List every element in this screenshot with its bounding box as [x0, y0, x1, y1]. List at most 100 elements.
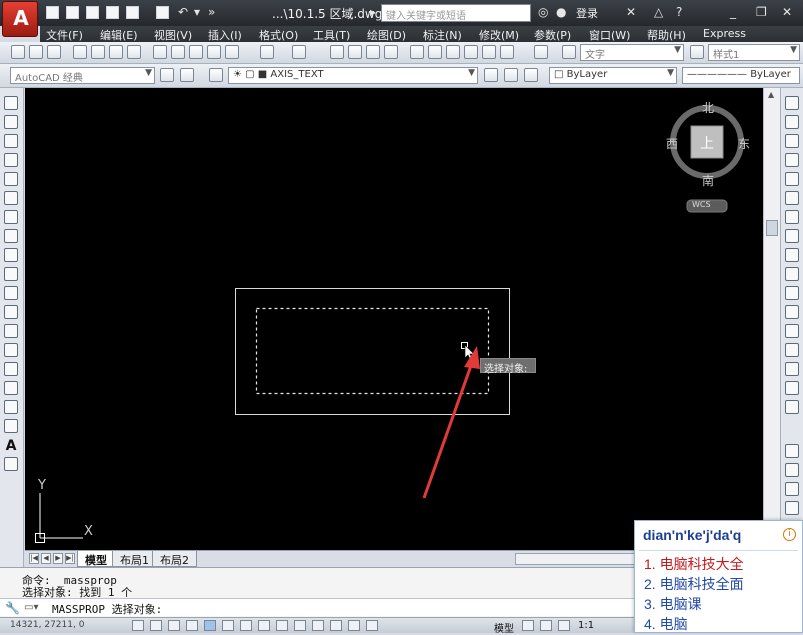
snap-mode-icon[interactable] — [132, 620, 144, 631]
workspace-save-icon[interactable] — [180, 68, 194, 82]
sheet-set-icon[interactable] — [464, 45, 478, 59]
lineweight-icon[interactable] — [294, 620, 306, 631]
annotation-scale-label[interactable]: 1:1 — [578, 620, 594, 631]
expand-icon[interactable]: ▸ — [370, 5, 376, 19]
plot-icon[interactable] — [73, 45, 87, 59]
draw-order-icon[interactable] — [785, 444, 799, 458]
dim-style-icon[interactable] — [690, 45, 704, 59]
menu-help[interactable]: 帮助(H) — [647, 27, 686, 43]
horizontal-scrollbar[interactable] — [515, 553, 635, 565]
design-center-icon[interactable] — [428, 45, 442, 59]
autodesk-icon[interactable]: △ — [654, 5, 663, 19]
ellipse-icon[interactable] — [4, 267, 18, 281]
break-icon[interactable] — [785, 324, 799, 338]
annotation-monitor-icon[interactable] — [366, 620, 378, 631]
draw-order-back-icon[interactable] — [785, 482, 799, 496]
layer-manager-icon[interactable] — [209, 68, 223, 82]
revision-cloud-icon[interactable] — [4, 229, 18, 243]
menu-edit[interactable]: 编辑(E) — [100, 27, 138, 43]
ime-candidate[interactable]: 3. 电脑课 — [644, 594, 702, 614]
wrench-icon[interactable]: 🔧 — [5, 601, 20, 615]
next-tab-icon[interactable]: ▶ — [53, 553, 63, 564]
tab-model[interactable]: 模型 — [77, 551, 115, 567]
fillet-icon[interactable] — [785, 381, 799, 395]
print-icon[interactable] — [156, 6, 169, 19]
vertical-scrollbar[interactable]: ▲ — [763, 88, 780, 550]
erase-icon[interactable] — [785, 96, 799, 110]
insert-block-icon[interactable] — [4, 305, 18, 319]
markup-icon[interactable] — [482, 45, 496, 59]
close-icon[interactable]: ✕ — [782, 5, 792, 19]
menu-express[interactable]: Express — [703, 27, 746, 40]
workspace-combo[interactable]: AutoCAD 经典 ▼ — [10, 67, 155, 84]
user-icon[interactable]: ● — [556, 5, 566, 19]
arc-icon[interactable] — [4, 191, 18, 205]
make-current-layer-icon[interactable] — [484, 68, 498, 82]
help-toolbar-icon[interactable] — [534, 45, 548, 59]
offset-icon[interactable] — [785, 153, 799, 167]
annotation-scale-icon[interactable] — [558, 620, 570, 631]
transparency-icon[interactable] — [312, 620, 324, 631]
login-link[interactable]: 登录 — [576, 5, 598, 21]
drawing-canvas[interactable]: 北 南 东 西 上 WCS 选择对象: Y X — [25, 88, 763, 550]
text-style-combo[interactable]: 文字 ▼ — [580, 44, 684, 61]
copy-object-icon[interactable] — [785, 115, 799, 129]
binoculars-icon[interactable]: ◎ — [538, 5, 548, 19]
dynamic-input-icon[interactable] — [276, 620, 288, 631]
zoom-window-icon[interactable] — [366, 45, 380, 59]
scale-icon[interactable] — [785, 229, 799, 243]
layer-states-icon[interactable] — [524, 68, 538, 82]
more-icon[interactable]: » — [208, 5, 215, 19]
linetype-combo[interactable]: —————— ByLayer — [682, 67, 800, 84]
3d-dwf-icon[interactable] — [127, 45, 141, 59]
quickcalc-icon[interactable] — [500, 45, 514, 59]
menu-parametric[interactable]: 参数(P) — [534, 27, 571, 43]
layer-combo[interactable]: ☀ ▢ ■ AXIS_TEXT ▼ — [228, 67, 478, 84]
qnew-icon[interactable] — [11, 45, 25, 59]
workspace-settings-icon[interactable] — [160, 68, 174, 82]
open-icon[interactable] — [29, 45, 43, 59]
last-tab-icon[interactable]: ▶| — [65, 553, 75, 564]
cut-icon[interactable] — [153, 45, 167, 59]
object-snap-tracking-icon[interactable] — [240, 620, 252, 631]
command-history-icon[interactable]: ▭▾ — [24, 602, 38, 613]
rotate-icon[interactable] — [785, 210, 799, 224]
scrollbar-thumb[interactable] — [766, 220, 778, 236]
coordinates-readout[interactable]: 14321, 27211, 0 — [10, 620, 84, 630]
save-file-icon[interactable] — [47, 45, 61, 59]
redo-toolbar-icon[interactable] — [292, 45, 306, 59]
object-snap-icon[interactable] — [204, 620, 216, 631]
circle-icon[interactable] — [4, 210, 18, 224]
add-selected-icon[interactable] — [4, 457, 18, 471]
move-icon[interactable] — [785, 191, 799, 205]
3d-osnap-icon[interactable] — [222, 620, 234, 631]
publish-icon[interactable] — [126, 6, 139, 19]
text-front-icon[interactable] — [785, 501, 799, 515]
tool-palettes-icon[interactable] — [446, 45, 460, 59]
menu-modify[interactable]: 修改(M) — [479, 27, 519, 43]
polar-tracking-icon[interactable] — [186, 620, 198, 631]
menu-tools[interactable]: 工具(T) — [313, 27, 350, 43]
line-icon[interactable] — [4, 96, 18, 110]
exchange-icon[interactable]: ✕ — [626, 5, 636, 19]
rectangle-icon[interactable] — [4, 172, 18, 186]
save-as-icon[interactable] — [106, 6, 119, 19]
selection-cycling-icon[interactable] — [348, 620, 360, 631]
dim-style-combo[interactable]: 样式1 ▼ — [708, 44, 800, 61]
publish-toolbar-icon[interactable] — [109, 45, 123, 59]
prev-tab-icon[interactable]: ◀ — [41, 553, 51, 564]
polyline-icon[interactable] — [4, 134, 18, 148]
ducs-icon[interactable] — [258, 620, 270, 631]
menu-view[interactable]: 视图(V) — [154, 27, 192, 43]
menu-file[interactable]: 文件(F) — [46, 27, 83, 43]
polygon-icon[interactable] — [4, 153, 18, 167]
properties-icon[interactable] — [410, 45, 424, 59]
new-file-icon[interactable] — [46, 6, 59, 19]
application-menu-button[interactable]: A — [2, 1, 38, 37]
point-icon[interactable] — [4, 343, 18, 357]
explode-icon[interactable] — [785, 400, 799, 414]
ortho-mode-icon[interactable] — [168, 620, 180, 631]
undo-icon[interactable]: ↶ — [178, 5, 188, 19]
quick-view-layouts-icon[interactable] — [522, 620, 534, 631]
chamfer-icon[interactable] — [785, 362, 799, 376]
